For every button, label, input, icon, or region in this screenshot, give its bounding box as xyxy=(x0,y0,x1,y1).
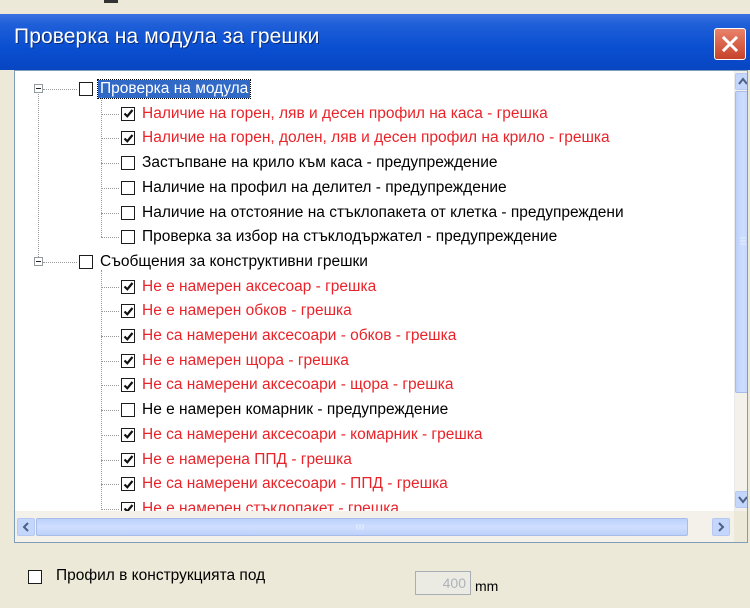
item-label[interactable]: Наличие на отстояние на стъклопакета от … xyxy=(142,204,624,222)
item-label[interactable]: Застъпване на крило към каса - предупреж… xyxy=(142,154,498,172)
tree-connector xyxy=(101,410,119,412)
item-checkbox[interactable] xyxy=(121,452,135,467)
item-checkbox[interactable] xyxy=(121,378,135,393)
checkmark-icon xyxy=(123,381,133,390)
profile-value-input[interactable]: 400 xyxy=(415,571,471,595)
grip-icon xyxy=(740,237,746,245)
item-label[interactable]: Не са намерени аксесоари - обков - грешк… xyxy=(142,327,456,345)
tree-connector xyxy=(101,385,119,387)
checkmark-icon xyxy=(123,282,133,292)
unit-label: mm xyxy=(475,578,499,594)
checkmark-icon xyxy=(123,331,133,341)
horizontal-scroll-thumb[interactable] xyxy=(36,518,688,536)
scroll-right-button[interactable] xyxy=(712,518,730,536)
item-label[interactable]: Наличие на горен, долен, ляв и десен про… xyxy=(142,129,610,147)
tree-connector xyxy=(101,459,119,461)
item-checkbox[interactable] xyxy=(121,353,135,368)
item-checkbox[interactable] xyxy=(121,329,135,343)
tree-connector xyxy=(101,163,119,165)
checkmark-icon xyxy=(123,356,133,366)
grip-icon xyxy=(356,524,364,530)
item-checkbox[interactable] xyxy=(121,180,135,195)
tree-connector xyxy=(101,97,102,238)
item-label[interactable]: Не е намерен щора - грешка xyxy=(142,352,349,370)
tree-connector xyxy=(43,261,77,263)
tree-connector xyxy=(43,89,77,90)
scroll-down-button[interactable] xyxy=(735,491,747,508)
scrollbar-corner xyxy=(734,511,747,542)
checks-tree[interactable]: Проверка на модула Наличие на горен, ляв … xyxy=(14,70,748,543)
scroll-up-button[interactable] xyxy=(735,73,747,90)
item-label[interactable]: Не е намерена ППД - грешка xyxy=(142,451,352,469)
close-icon xyxy=(721,35,739,53)
item-checkbox[interactable] xyxy=(121,131,135,146)
profile-label: Профил в конструкцията под xyxy=(56,567,266,584)
item-checkbox[interactable] xyxy=(121,230,135,245)
tree-connector xyxy=(101,138,119,140)
tree-connector xyxy=(101,311,119,313)
item-checkbox[interactable] xyxy=(121,403,135,418)
tree-connector xyxy=(101,269,102,534)
chevron-right-icon xyxy=(718,522,725,532)
horizontal-scrollbar[interactable] xyxy=(15,511,734,542)
chevron-up-icon xyxy=(738,77,747,85)
tree-connector xyxy=(38,94,39,257)
window-title: Проверка на модула за грешки xyxy=(14,25,320,48)
decorative-dash xyxy=(104,0,118,3)
item-label[interactable]: Не е намерен аксесоар - грешка xyxy=(142,278,376,296)
vertical-scroll-thumb[interactable] xyxy=(735,91,747,393)
chevron-left-icon xyxy=(22,522,29,532)
item-label[interactable]: Не са намерени аксесоари - щора - грешка xyxy=(142,376,453,394)
item-label[interactable]: Не са намерени аксесоари - комарник - гр… xyxy=(142,426,483,444)
checkmark-icon xyxy=(123,134,133,143)
chevron-down-icon xyxy=(738,496,747,504)
tree-expander[interactable] xyxy=(34,256,43,266)
checkmark-icon xyxy=(123,109,133,119)
group-label[interactable]: Съобщения за конструктивни грешки xyxy=(100,253,368,271)
group-checkbox[interactable] xyxy=(79,82,93,96)
item-checkbox[interactable] xyxy=(121,156,135,171)
tree-connector xyxy=(101,336,119,337)
checkmark-icon xyxy=(123,455,133,464)
item-label[interactable]: Не са намерени аксесоари - ППД - грешка xyxy=(142,475,448,493)
vertical-scrollbar[interactable] xyxy=(734,71,747,511)
item-checkbox[interactable] xyxy=(121,279,135,294)
item-checkbox[interactable] xyxy=(121,477,135,492)
checkmark-icon xyxy=(123,430,133,440)
scroll-left-button[interactable] xyxy=(17,518,35,536)
tree-expander[interactable] xyxy=(34,84,43,93)
item-label[interactable]: Не е намерен комарник - предупреждение xyxy=(142,401,448,419)
tree-connector xyxy=(101,113,119,115)
checkmark-icon xyxy=(123,479,133,489)
tree-connector xyxy=(101,360,119,362)
item-label[interactable]: Не е намерен обков - грешка xyxy=(142,302,352,320)
item-label[interactable]: Наличие на профил на делител - предупреж… xyxy=(142,179,507,197)
tree-connector xyxy=(101,508,119,510)
item-label[interactable]: Наличие на горен, ляв и десен профил на … xyxy=(142,105,548,123)
item-checkbox[interactable] xyxy=(121,304,135,319)
item-checkbox[interactable] xyxy=(121,427,135,442)
item-checkbox[interactable] xyxy=(121,106,135,121)
background-strip xyxy=(0,0,750,14)
profile-checkbox[interactable] xyxy=(28,570,42,584)
tree-connector xyxy=(101,434,119,436)
item-label[interactable]: Проверка за избор на стъклодържател - пр… xyxy=(142,228,557,246)
tree-connector xyxy=(101,187,119,189)
group-checkbox[interactable] xyxy=(79,254,93,269)
group-label[interactable]: Проверка на модула xyxy=(96,79,252,99)
item-checkbox[interactable] xyxy=(121,205,135,220)
tree-connector xyxy=(101,212,119,214)
close-button[interactable] xyxy=(714,28,746,60)
tree-connector xyxy=(101,237,119,239)
checkmark-icon xyxy=(123,307,133,316)
tree-connector xyxy=(101,484,119,486)
tree-connector xyxy=(101,286,119,288)
